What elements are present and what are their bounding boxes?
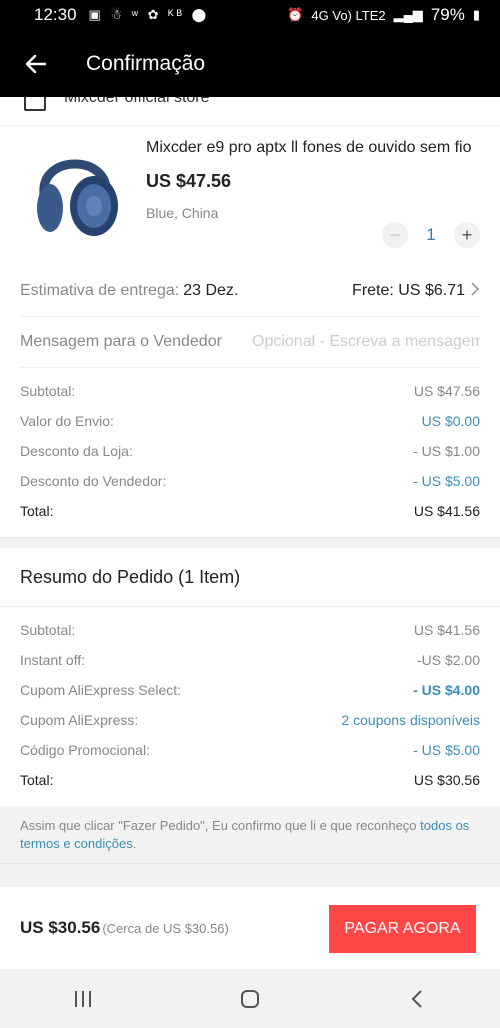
summary-value: US $30.56 (413, 772, 480, 788)
main-content[interactable]: Mixcder official store Mixcder e9 pro ap… (0, 97, 500, 969)
summary-label: Desconto do Vendedor: (20, 473, 167, 489)
app-header: Confirmação (0, 30, 500, 97)
delivery-row[interactable]: Estimativa de entrega: 23 Dez. Frete: US… (20, 266, 480, 317)
android-nav-bar (0, 969, 500, 1028)
summary-value: - US $4.00 (413, 682, 480, 698)
battery-percent: 79% (430, 5, 465, 24)
notification-icons: ▣ ☃ ʷ ✿ ᴷᴮ ⬤ (88, 7, 210, 22)
product-image[interactable] (30, 136, 120, 246)
store-summary-row: Subtotal: US $47.56 (20, 376, 480, 406)
quantity-value: 1 (426, 225, 436, 244)
order-summary-row: Cupom AliExpress Select: - US $4.00 (20, 675, 480, 705)
promo-code-value[interactable]: - US $5.00 (413, 742, 480, 758)
summary-label: Valor do Envio: (20, 413, 114, 429)
store-summary-row: Valor do Envio: US $0.00 (20, 406, 480, 436)
pay-now-button[interactable]: PAGAR AGORA (329, 905, 476, 953)
recent-apps-icon[interactable] (53, 979, 113, 1019)
order-summary-title: Resumo do Pedido (1 Item) (0, 548, 500, 607)
alarm-icon: ⏰ (287, 7, 304, 22)
shipping-cost: Frete: US $6.71 (352, 282, 465, 299)
product-price: US $47.56 (146, 171, 232, 191)
coupons-available-link[interactable]: 2 coupons disponíveis (341, 712, 480, 728)
page-title: Confirmação (86, 51, 206, 75)
store-summary: Subtotal: US $47.56 Valor do Envio: US $… (0, 368, 500, 537)
summary-value: -US $2.00 (416, 652, 480, 668)
home-icon[interactable] (220, 979, 280, 1019)
terms-end: . (132, 836, 137, 851)
store-summary-row: Desconto do Vendedor: - US $5.00 (20, 466, 480, 496)
back-nav-icon[interactable] (387, 979, 447, 1019)
order-summary-total: Total: US $30.56 (20, 765, 480, 795)
status-time: 12:30 (34, 5, 77, 24)
product-variant: Blue, China (146, 205, 219, 221)
summary-label: Cupom AliExpress: (20, 712, 139, 728)
battery-icon: ▮ (472, 7, 480, 22)
signal-icon: ▂▄▆ (393, 7, 423, 22)
summary-label: Instant off: (20, 652, 86, 668)
summary-label: Subtotal: (20, 383, 76, 399)
product-name[interactable]: Mixcder e9 pro aptx ll fones de ouvido s… (146, 139, 476, 157)
store-name: Mixcder official store (64, 97, 210, 106)
seller-message-label: Mensagem para o Vendedor (20, 333, 222, 350)
signal-text: 4G Vo) LTE2 (311, 7, 386, 23)
order-summary-row[interactable]: Código Promocional: - US $5.00 (20, 735, 480, 765)
summary-value: US $0.00 (421, 413, 480, 429)
order-summary: Subtotal: US $41.56 Instant off: -US $2.… (0, 607, 500, 806)
store-summary-total: Total: US $41.56 (20, 496, 480, 526)
seller-message-row: Mensagem para o Vendedor Opcional - Escr… (20, 317, 480, 368)
summary-label: Cupom AliExpress Select: (20, 682, 182, 698)
summary-label: Total: (20, 503, 54, 519)
status-bar: 12:30 ▣ ☃ ʷ ✿ ᴷᴮ ⬤ ⏰ 4G Vo) LTE2 ▂▄▆ 79%… (0, 0, 500, 30)
order-summary-row: Subtotal: US $41.56 (20, 615, 480, 645)
status-right: ⏰ 4G Vo) LTE2 ▂▄▆ 79% ▮ (287, 5, 480, 25)
summary-value: - US $5.00 (413, 473, 480, 489)
terms-text: Assim que clicar "Fazer Pedido", Eu conf… (20, 818, 421, 833)
payment-bar: US $30.56 (Cerca de US $30.56) PAGAR AGO… (0, 887, 500, 969)
section-divider (0, 537, 500, 548)
decrease-quantity-button[interactable]: − (382, 222, 408, 248)
order-total: US $30.56 (20, 918, 101, 937)
terms-notice: Assim que clicar "Fazer Pedido", Eu conf… (0, 806, 500, 864)
summary-label: Desconto da Loja: (20, 443, 133, 459)
order-summary-card: Resumo do Pedido (1 Item) Subtotal: US $… (0, 548, 500, 806)
order-total-approx: (Cerca de US $30.56) (102, 920, 229, 936)
quantity-stepper: − 1 + (382, 222, 480, 248)
delivery-label: Estimativa de entrega: (20, 282, 180, 299)
order-summary-row[interactable]: Cupom AliExpress: 2 coupons disponíveis (20, 705, 480, 735)
summary-label: Total: (20, 772, 54, 788)
store-summary-row: Desconto da Loja: - US $1.00 (20, 436, 480, 466)
summary-label: Código Promocional: (20, 742, 150, 758)
store-header[interactable]: Mixcder official store (0, 97, 500, 126)
store-icon (24, 97, 46, 111)
summary-label: Subtotal: (20, 622, 76, 638)
summary-value: US $47.56 (413, 383, 480, 399)
summary-value: US $41.56 (413, 503, 480, 519)
arrow-left-icon[interactable] (20, 49, 50, 79)
delivery-date: 23 Dez. (183, 282, 239, 299)
summary-value: US $41.56 (413, 622, 480, 638)
chevron-right-icon (471, 281, 480, 301)
store-card: Mixcder official store Mixcder e9 pro ap… (0, 97, 500, 537)
product-item: Mixcder e9 pro aptx ll fones de ouvido s… (0, 126, 500, 266)
order-summary-row: Instant off: -US $2.00 (20, 645, 480, 675)
summary-value: - US $1.00 (413, 443, 480, 459)
seller-message-input[interactable]: Opcional - Escreva a mensagem (252, 333, 480, 351)
increase-quantity-button[interactable]: + (454, 222, 480, 248)
